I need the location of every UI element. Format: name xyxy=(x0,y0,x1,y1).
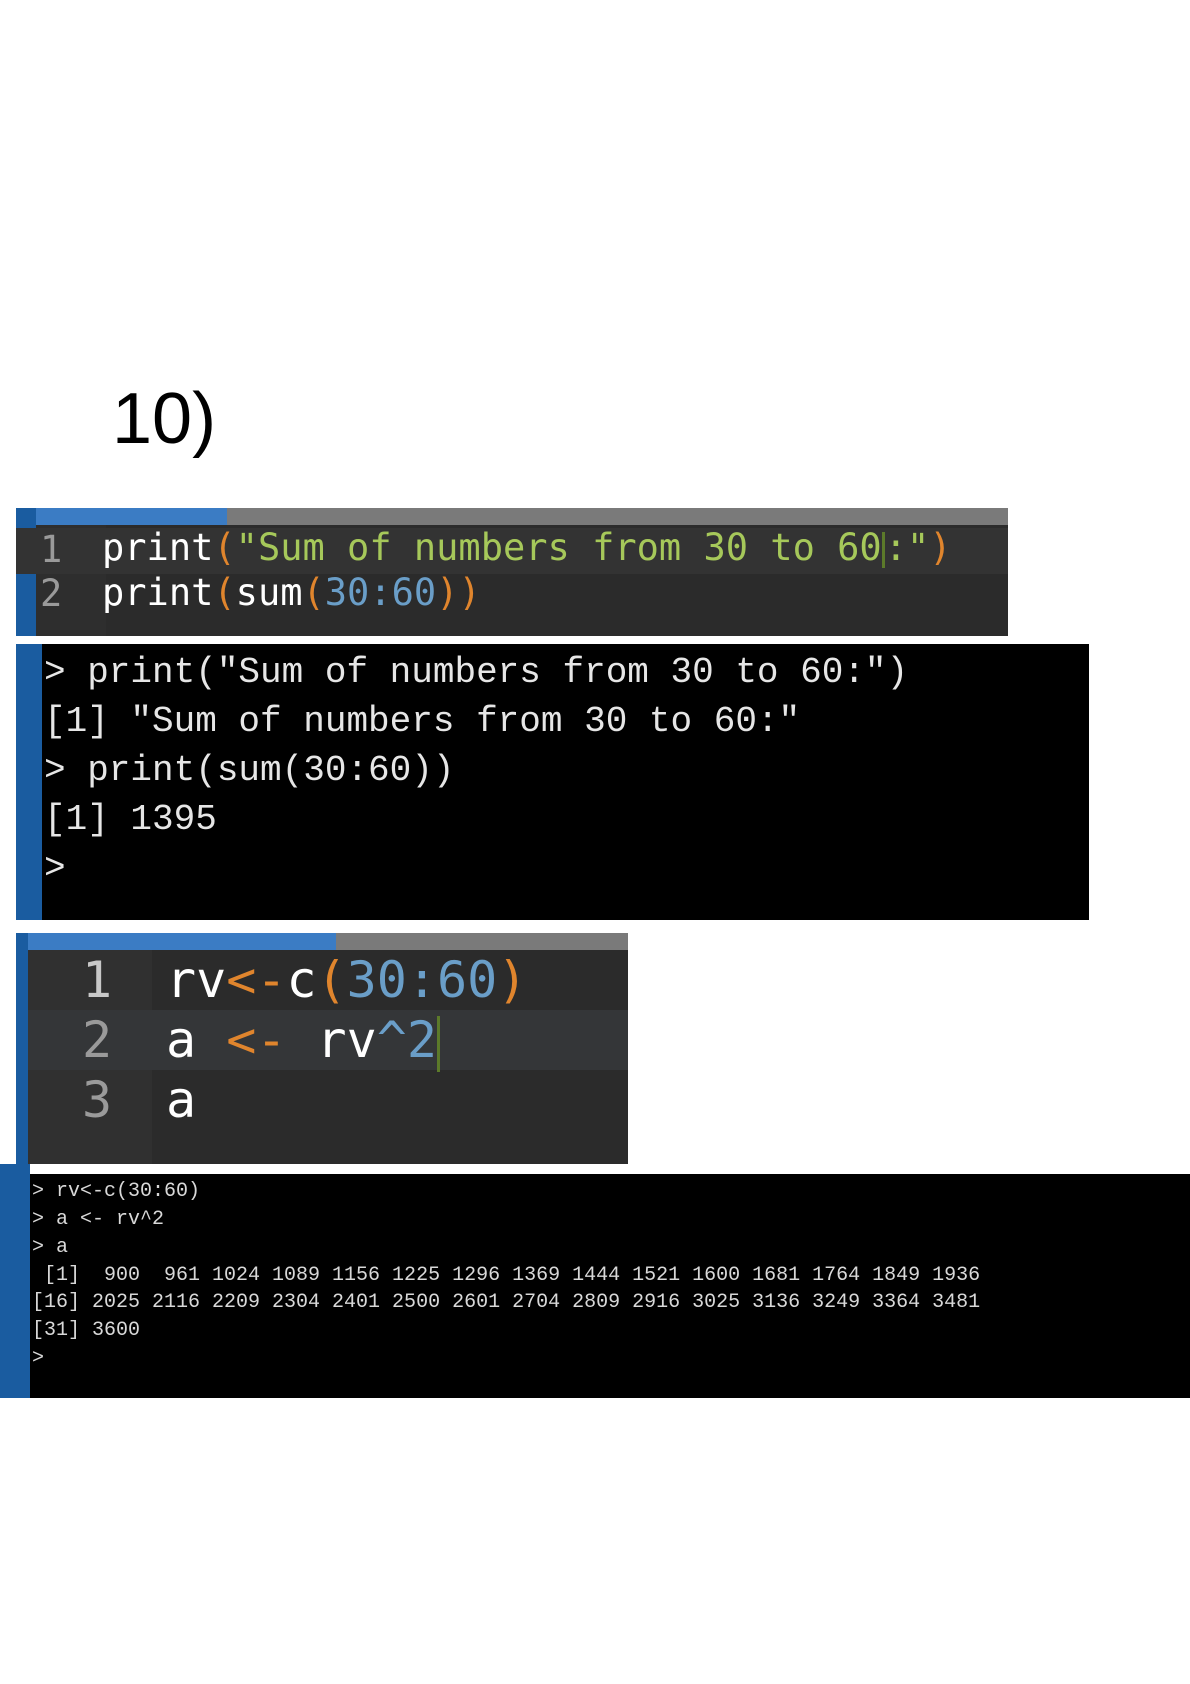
code-line-1[interactable]: rv<-c(30:60) xyxy=(166,951,527,1009)
editor-tab-bar xyxy=(16,508,1008,525)
left-strip xyxy=(16,933,28,1164)
number: 60 xyxy=(391,571,437,614)
assign-operator: <- xyxy=(226,1011,287,1069)
number: 30 xyxy=(324,571,370,614)
code-line-2[interactable]: a <- rv^2 xyxy=(166,1011,440,1072)
left-strip xyxy=(16,644,42,920)
console-line: > a <- rv^2 xyxy=(32,1208,165,1231)
operator: : xyxy=(369,571,392,614)
operator: ^ xyxy=(376,1011,407,1069)
r-console-1[interactable]: > print("Sum of numbers from 30 to 60:")… xyxy=(16,644,1089,920)
console-output-line: [16] 2025 2116 2209 2304 2401 2500 2601 … xyxy=(32,1291,981,1314)
r-console-2[interactable]: > rv<-c(30:60) > a <- rv^2 > a [1] 900 9… xyxy=(30,1174,1190,1398)
console-line: > print("Sum of numbers from 30 to 60:") xyxy=(44,652,909,693)
console-line: [1] 1395 xyxy=(44,799,217,840)
left-strip xyxy=(0,1164,30,1398)
function-name: print xyxy=(102,526,214,569)
console-prompt[interactable]: > xyxy=(44,848,66,889)
code-line-2[interactable]: print(sum(30:60)) xyxy=(102,571,481,614)
paren: ) xyxy=(929,526,952,569)
console-output-line: [1] 900 961 1024 1089 1156 1225 1296 136… xyxy=(32,1264,981,1287)
code-editor-2[interactable]: 1 rv<-c(30:60) 2 a <- rv^2 3 a xyxy=(16,933,628,1164)
paren: )) xyxy=(436,571,481,614)
number: 30 xyxy=(346,951,407,1009)
assign-operator: <- xyxy=(226,951,287,1009)
number: 60 xyxy=(436,951,498,1009)
code-line-3[interactable]: a xyxy=(166,1071,196,1129)
paren: ( xyxy=(302,571,325,614)
function-name: c xyxy=(286,951,317,1009)
function-name: print xyxy=(102,571,214,614)
paren: ) xyxy=(497,951,528,1009)
line-number: 2 xyxy=(82,1011,113,1069)
text-cursor xyxy=(436,1015,440,1072)
console-line: > print(sum(30:60)) xyxy=(44,750,455,791)
question-number: 10) xyxy=(112,379,217,459)
number: 2 xyxy=(406,1011,437,1069)
paren: ( xyxy=(213,526,236,569)
string-literal-end: :" xyxy=(884,526,930,569)
identifier: rv xyxy=(286,1011,377,1069)
active-tab[interactable] xyxy=(16,933,336,950)
console-line: > a xyxy=(32,1236,69,1259)
console-prompt[interactable]: > xyxy=(32,1347,44,1370)
string-literal: "Sum of numbers from 30 to 60 xyxy=(235,526,882,569)
console-line: [1] "Sum of numbers from 30 to 60:" xyxy=(44,701,801,742)
active-tab[interactable] xyxy=(16,508,227,525)
line-number: 2 xyxy=(40,572,63,615)
console-output-line: [31] 3600 xyxy=(32,1319,141,1342)
code-line-1[interactable]: print("Sum of numbers from 30 to 60:") xyxy=(102,526,952,569)
line-number: 1 xyxy=(82,951,113,1009)
identifier: a xyxy=(166,1071,197,1129)
line-number: 1 xyxy=(40,528,63,571)
operator: : xyxy=(406,951,437,1009)
identifier: rv xyxy=(166,951,227,1009)
identifier: a xyxy=(166,1011,227,1069)
paren: ( xyxy=(316,951,347,1009)
line-number: 3 xyxy=(82,1071,113,1129)
code-editor-1[interactable]: 1 print("Sum of numbers from 30 to 60:")… xyxy=(16,508,1008,636)
function-name: sum xyxy=(235,571,303,614)
paren: ( xyxy=(213,571,236,614)
editor-tab-bar xyxy=(16,933,628,950)
console-line: > rv<-c(30:60) xyxy=(32,1180,201,1203)
